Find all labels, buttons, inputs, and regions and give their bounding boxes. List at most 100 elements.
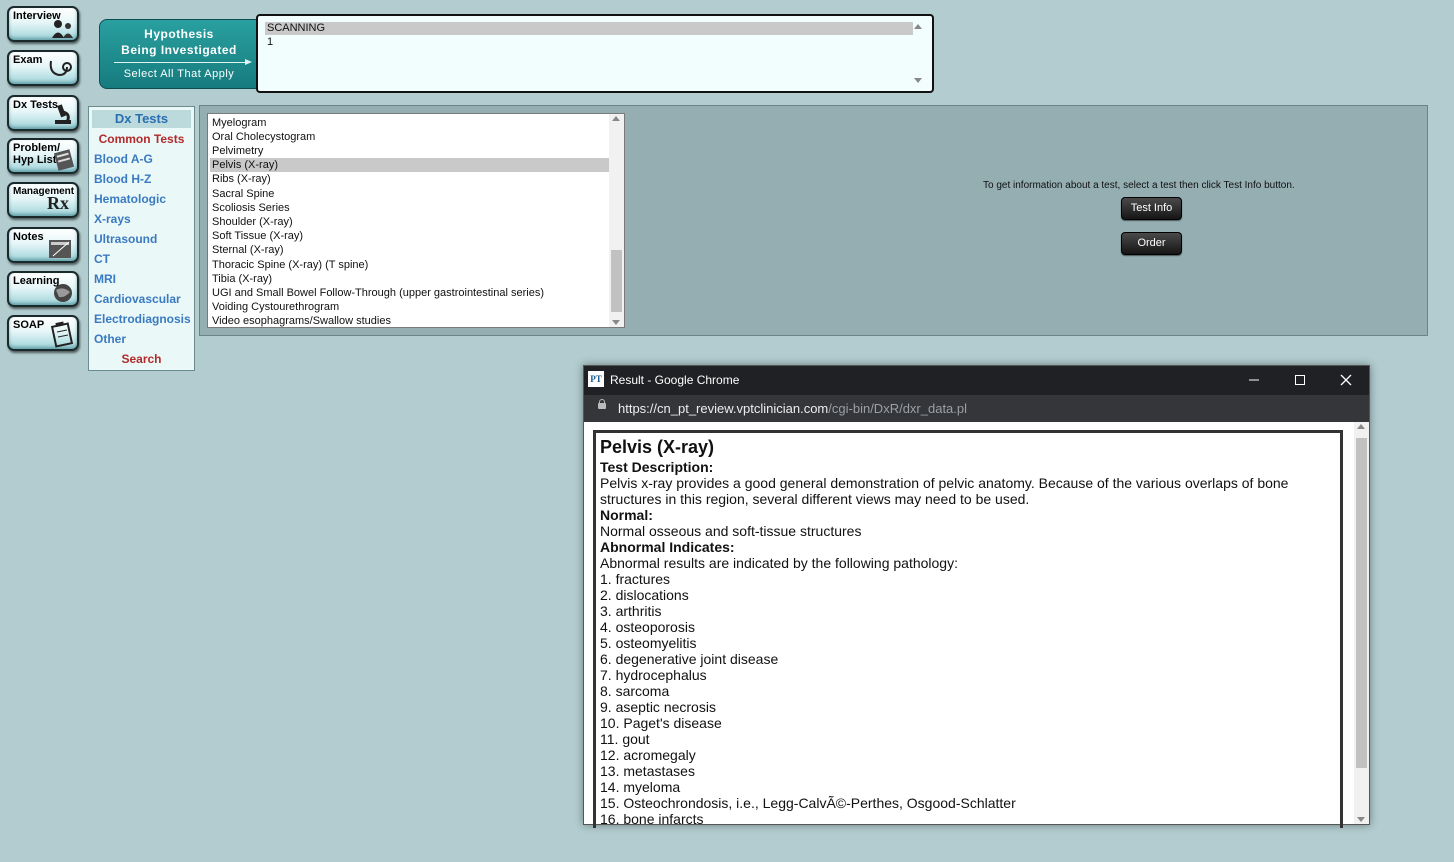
result-window: PT Result - Google Chrome https://cn_pt_…: [583, 365, 1370, 828]
pathology-item: 6. degenerative joint disease: [600, 651, 779, 667]
test-item-selected[interactable]: Pelvis (X-ray): [210, 158, 610, 172]
scroll-down-icon[interactable]: [1357, 817, 1365, 822]
pathology-item: 15. Osteochrondosis, i.e., Legg-CalvÃ©-P…: [600, 795, 1016, 811]
url-text[interactable]: https://cn_pt_review.vptclinician.com/cg…: [618, 401, 967, 416]
hypothesis-title-line2: Being Investigated: [121, 43, 237, 57]
rx-icon: Rx: [47, 193, 69, 213]
test-info-hint: To get information about a test, select …: [983, 180, 1295, 191]
soap-clipboard-icon: [50, 321, 74, 348]
pathology-item: 14. myeloma: [600, 779, 681, 795]
normal-label: Normal:: [600, 507, 653, 523]
order-button[interactable]: Order: [1121, 232, 1182, 255]
pathology-item: 7. hydrocephalus: [600, 667, 707, 683]
microscope-icon: [55, 104, 71, 124]
exam-button[interactable]: Exam: [7, 50, 79, 86]
arrow-right-icon: [114, 59, 252, 65]
category-hematologic[interactable]: Hematologic: [94, 192, 166, 206]
management-button[interactable]: Management Rx: [7, 182, 79, 218]
close-icon[interactable]: [1335, 370, 1357, 390]
soap-button[interactable]: SOAP: [7, 315, 79, 351]
test-item[interactable]: Thoracic Spine (X-ray) (T spine): [210, 258, 610, 272]
test-info-button[interactable]: Test Info: [1121, 197, 1182, 220]
test-item[interactable]: Sacral Spine: [210, 187, 610, 201]
abnormal-label: Abnormal Indicates:: [600, 539, 735, 555]
pathology-item: 9. aseptic necrosis: [600, 699, 716, 715]
pathology-item: 10. Paget's disease: [600, 715, 722, 731]
description-text: Pelvis x-ray provides a good general dem…: [600, 475, 1289, 507]
scrollbar-thumb[interactable]: [611, 250, 622, 312]
category-ct[interactable]: CT: [94, 252, 110, 266]
exam-label: Exam: [13, 54, 43, 66]
scroll-up-icon[interactable]: [1357, 424, 1365, 429]
maximize-icon[interactable]: [1289, 370, 1311, 390]
description-label: Test Description:: [600, 459, 714, 475]
test-item[interactable]: Oral Cholecystogram: [210, 130, 610, 144]
scroll-up-icon[interactable]: [914, 24, 922, 29]
app-logo-icon: PT: [588, 371, 604, 387]
globe-icon: [54, 284, 72, 302]
interview-icon: [52, 20, 73, 38]
dx-tests-button[interactable]: Dx Tests: [7, 95, 79, 131]
pathology-item: 8. sarcoma: [600, 683, 670, 699]
scroll-down-icon[interactable]: [612, 320, 620, 325]
test-item[interactable]: Video esophagrams/Swallow studies: [210, 314, 610, 328]
hypothesis-select[interactable]: SCANNING 1: [256, 14, 934, 93]
category-ultrasound[interactable]: Ultrasound: [94, 232, 157, 246]
test-item[interactable]: Soft Tissue (X-ray): [210, 229, 610, 243]
url-host: https://cn_pt_review.vptclinician.com: [618, 401, 829, 416]
minimize-icon[interactable]: [1243, 370, 1265, 390]
scroll-down-icon[interactable]: [914, 78, 922, 83]
hypothesis-header: Hypothesis Being Investigated Select All…: [99, 19, 259, 89]
notes-button[interactable]: Notes: [7, 227, 79, 263]
window-title: Result - Google Chrome: [610, 373, 740, 387]
pathology-item: 3. arthritis: [600, 603, 662, 619]
problem-hyp-list-button[interactable]: Problem/ Hyp List: [7, 138, 79, 174]
test-item[interactable]: Scoliosis Series: [210, 201, 610, 215]
category-x-rays[interactable]: X-rays: [94, 212, 131, 226]
test-item[interactable]: Voiding Cystourethrogram: [210, 300, 610, 314]
test-item[interactable]: Sternal (X-ray): [210, 243, 610, 257]
category-blood-a-g[interactable]: Blood A-G: [94, 152, 153, 166]
stethoscope-icon: [49, 60, 72, 77]
interview-button[interactable]: Interview: [7, 6, 79, 42]
abnormal-intro: Abnormal results are indicated by the fo…: [600, 555, 958, 571]
test-item[interactable]: Pelvimetry: [210, 144, 610, 158]
scroll-up-icon[interactable]: [612, 116, 620, 121]
window-titlebar[interactable]: PT Result - Google Chrome: [584, 366, 1369, 395]
lock-icon: [598, 399, 606, 409]
pathology-item: 11. gout: [600, 731, 650, 747]
category-common-tests[interactable]: Common Tests: [89, 132, 194, 146]
category-cardiovascular[interactable]: Cardiovascular: [94, 292, 181, 306]
hypothesis-title-line1: Hypothesis: [144, 27, 214, 41]
notepad-icon: [49, 240, 71, 258]
test-item[interactable]: Shoulder (X-ray): [210, 215, 610, 229]
pathology-item: 4. osteoporosis: [600, 619, 695, 635]
test-item[interactable]: Myelogram: [210, 116, 610, 130]
test-list[interactable]: Myelogram Oral Cholecystogram Pelvimetry…: [207, 113, 625, 328]
hypothesis-option[interactable]: SCANNING: [265, 22, 913, 35]
test-item[interactable]: UGI and Small Bowel Follow-Through (uppe…: [210, 286, 610, 300]
clipboard-icon: [53, 149, 75, 171]
hypothesis-option[interactable]: 1: [265, 36, 913, 49]
category-electrodiagnosis[interactable]: Electrodiagnosis: [94, 312, 191, 326]
category-mri[interactable]: MRI: [94, 272, 116, 286]
dx-tests-header: Dx Tests: [92, 110, 191, 128]
soap-label: SOAP: [13, 319, 45, 331]
hypothesis-scrollbar[interactable]: [912, 22, 924, 85]
category-blood-h-z[interactable]: Blood H-Z: [94, 172, 151, 186]
address-bar[interactable]: https://cn_pt_review.vptclinician.com/cg…: [584, 395, 1369, 422]
dx-categories-panel: Dx Tests Common Tests Blood A-G Blood H-…: [88, 106, 195, 371]
normal-text: Normal osseous and soft-tissue structure…: [600, 523, 862, 539]
test-item[interactable]: Ribs (X-ray): [210, 172, 610, 186]
hypothesis-title: Hypothesis Being Investigated: [100, 26, 258, 58]
test-item[interactable]: Tibia (X-ray): [210, 272, 610, 286]
category-other[interactable]: Other: [94, 332, 126, 346]
hypothesis-subtitle: Select All That Apply: [123, 68, 235, 80]
category-search[interactable]: Search: [89, 352, 194, 366]
result-scrollbar[interactable]: [1354, 422, 1369, 824]
learning-button[interactable]: Learning: [7, 271, 79, 307]
result-content: Pelvis (X-ray) Test Description: Pelvis …: [584, 422, 1369, 828]
pathology-item: 5. osteomyelitis: [600, 635, 697, 651]
scrollbar-thumb[interactable]: [1356, 438, 1367, 768]
test-list-scrollbar[interactable]: [609, 114, 624, 327]
